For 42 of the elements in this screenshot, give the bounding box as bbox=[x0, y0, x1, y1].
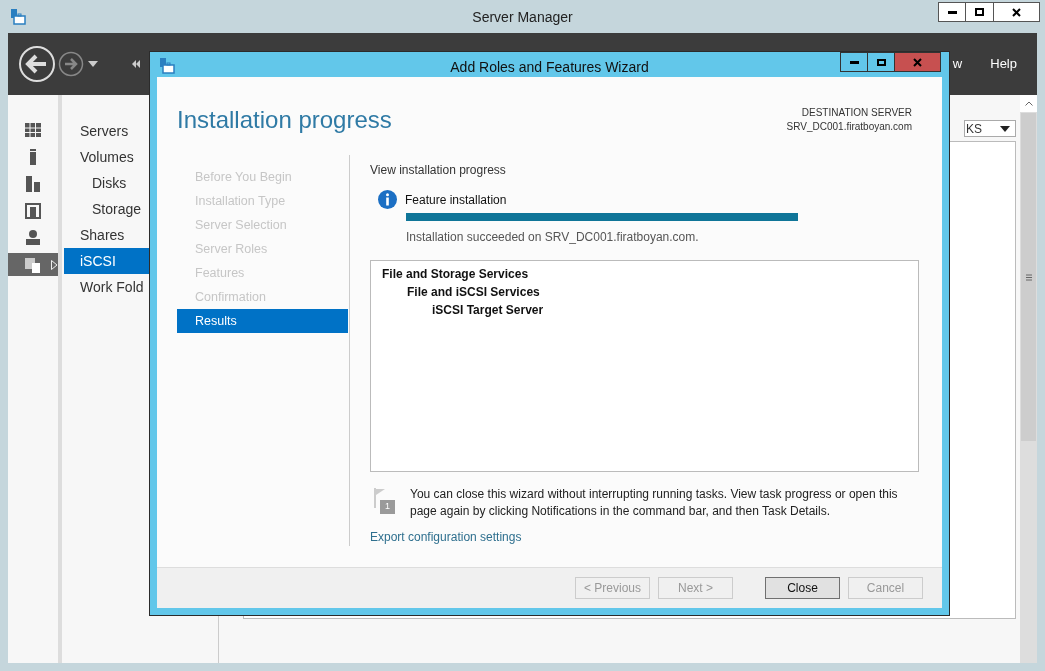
task-count: 1 bbox=[380, 500, 395, 514]
scrollbar[interactable] bbox=[1020, 95, 1037, 663]
nav-icon-item[interactable] bbox=[8, 253, 58, 276]
wizard-step[interactable]: Results bbox=[177, 309, 348, 333]
note-text: You can close this wizard without interrupting running tasks. View task progress or open this page again by clicking Notifications in the command bar, and then Task Details. bbox=[410, 486, 899, 520]
close-button[interactable] bbox=[994, 2, 1040, 22]
back-arrows-icon[interactable] bbox=[132, 60, 140, 68]
window-title: Server Manager bbox=[472, 8, 573, 27]
storage-icon[interactable] bbox=[23, 227, 43, 248]
flag-icon bbox=[374, 488, 386, 508]
back-icon[interactable] bbox=[18, 45, 56, 83]
scroll-up-icon bbox=[1024, 101, 1033, 106]
servers-icon[interactable] bbox=[23, 173, 43, 194]
result-item: File and Storage Services bbox=[382, 266, 530, 283]
page-heading: Installation progress bbox=[177, 106, 392, 135]
server-group-icon[interactable] bbox=[23, 200, 43, 221]
server-manager-icon bbox=[158, 56, 176, 75]
result-item: iSCSI Target Server bbox=[431, 302, 545, 319]
close-icon bbox=[1012, 7, 1021, 17]
tasks-dropdown[interactable]: KS bbox=[964, 120, 1016, 137]
result-item: File and iSCSI Services bbox=[406, 284, 541, 301]
caret-icon bbox=[1000, 125, 1010, 132]
progress-status: Installation succeeded on SRV_DC001.firatboyan.com. bbox=[406, 229, 700, 246]
destination-label: DESTINATION SERVER bbox=[801, 106, 912, 120]
wizard-button[interactable]: Close bbox=[765, 577, 840, 599]
destination-server: SRV_DC001.firatboyan.com bbox=[786, 120, 912, 134]
grip-icon bbox=[1025, 273, 1032, 281]
maximize-button[interactable] bbox=[966, 2, 994, 22]
export-link[interactable]: Export configuration settings bbox=[370, 528, 522, 546]
close-icon bbox=[913, 57, 922, 67]
dropdown-caret-icon[interactable] bbox=[88, 61, 98, 67]
server-manager-icon bbox=[9, 8, 27, 26]
progress-label: Feature installation bbox=[405, 191, 507, 209]
forward-icon[interactable] bbox=[58, 51, 84, 77]
window-title: Add Roles and Features Wizard bbox=[450, 58, 649, 77]
menu-item[interactable]: Help bbox=[990, 54, 1017, 74]
section-title: View installation progress bbox=[370, 162, 507, 179]
minimize-button[interactable] bbox=[840, 52, 868, 72]
minimize-button[interactable] bbox=[938, 2, 966, 22]
menu-item[interactable]: w bbox=[952, 54, 963, 74]
expand-icon bbox=[51, 259, 58, 270]
info-icon bbox=[378, 190, 397, 209]
